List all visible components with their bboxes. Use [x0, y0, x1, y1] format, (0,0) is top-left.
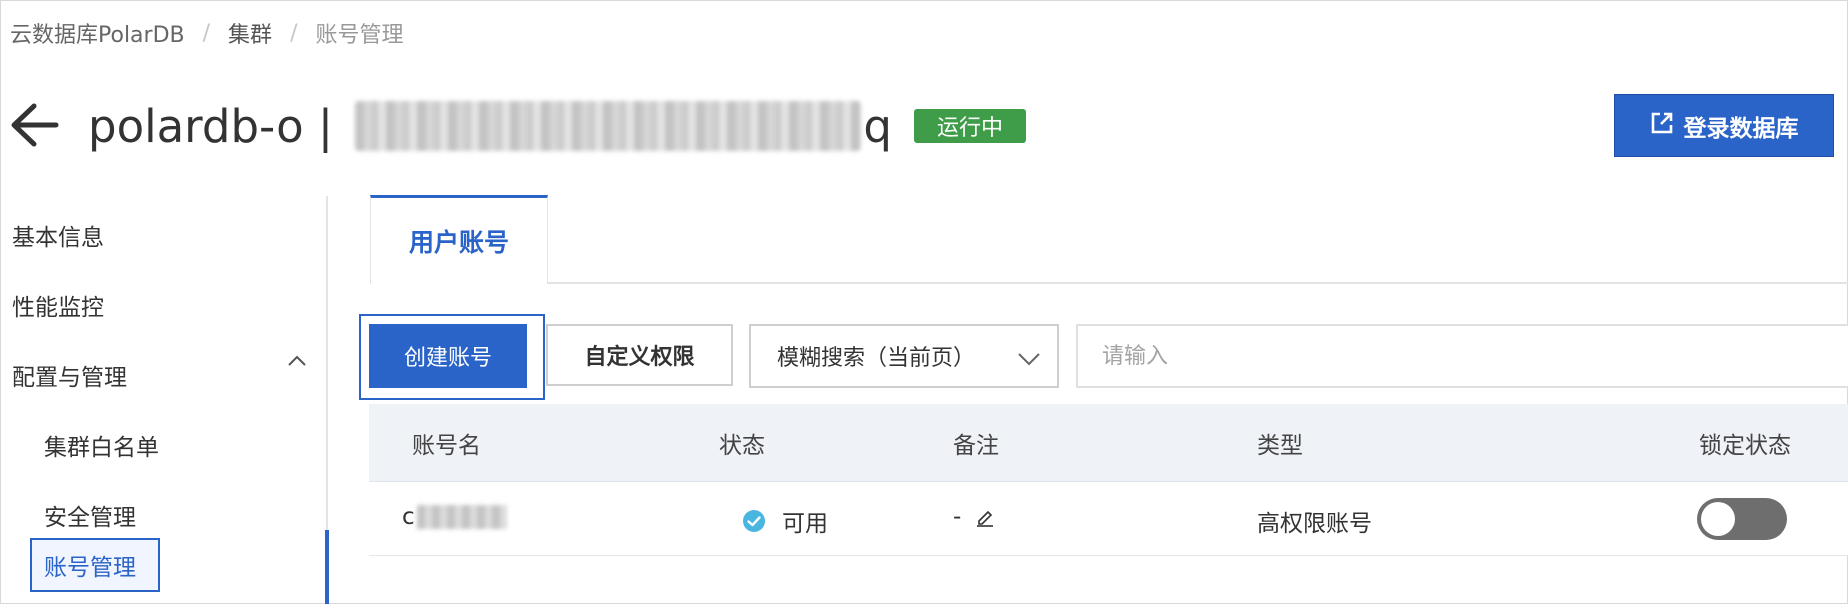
breadcrumb-item-polardb[interactable]: 云数据库PolarDB — [10, 17, 185, 49]
login-database-button[interactable]: 登录数据库 — [1614, 94, 1834, 157]
column-header-remark: 备注 — [953, 433, 999, 459]
sidebar-item-security[interactable]: 安全管理 — [44, 498, 136, 532]
sidebar-item-accounts[interactable]: 账号管理 — [30, 538, 160, 592]
check-circle-icon — [742, 509, 766, 533]
cell-remark: - — [953, 504, 995, 530]
sidebar-group-config[interactable]: 配置与管理 — [12, 358, 127, 392]
breadcrumb: 云数据库PolarDB / 集群 / 账号管理 — [10, 17, 404, 49]
custom-permission-button[interactable]: 自定义权限 — [546, 324, 733, 386]
sidebar-item-whitelist[interactable]: 集群白名单 — [44, 428, 159, 462]
edit-icon[interactable] — [975, 507, 995, 527]
search-input[interactable] — [1076, 324, 1848, 388]
breadcrumb-separator: / — [202, 20, 211, 46]
cluster-name: polardb-o | — [88, 99, 348, 153]
redacted-account-name — [416, 505, 507, 529]
account-type-text: 高权限账号 — [1257, 511, 1372, 537]
cell-type: 高权限账号 — [1257, 504, 1372, 538]
search-mode-select[interactable]: 模糊搜索（当前页） — [749, 324, 1059, 388]
sidebar-item-performance[interactable]: 性能监控 — [12, 288, 104, 322]
search-mode-label: 模糊搜索（当前页） — [777, 346, 976, 371]
sidebar-item-basic-info[interactable]: 基本信息 — [12, 218, 104, 252]
cluster-id-tail: q — [863, 99, 892, 153]
create-account-button[interactable]: 创建账号 — [369, 324, 527, 388]
chevron-up-icon[interactable] — [286, 350, 308, 372]
column-header-type: 类型 — [1257, 433, 1303, 459]
lock-toggle[interactable] — [1697, 498, 1787, 540]
cell-status: 可用 — [742, 504, 828, 538]
external-link-icon — [1650, 111, 1674, 141]
status-text: 可用 — [782, 511, 828, 537]
redacted-cluster-id — [355, 101, 862, 151]
account-name-text: c — [402, 504, 415, 530]
breadcrumb-separator: / — [290, 20, 298, 46]
remark-text: - — [953, 504, 962, 530]
arrow-left-icon[interactable] — [8, 100, 60, 150]
page-title: polardb-o | q — [88, 96, 892, 156]
column-header-account: 账号名 — [412, 433, 481, 459]
table-row: c 可用 - 高权限账号 — [369, 482, 1848, 556]
tab-user-accounts[interactable]: 用户账号 — [370, 195, 548, 284]
column-header-lock: 锁定状态 — [1699, 433, 1791, 459]
sidebar-active-indicator — [325, 530, 329, 604]
cell-account-name: c — [402, 504, 507, 530]
tab-bar — [370, 282, 1848, 284]
column-header-status: 状态 — [719, 433, 765, 459]
chevron-down-icon — [1017, 348, 1041, 366]
breadcrumb-item-current: 账号管理 — [315, 23, 404, 48]
table-header: 账号名 状态 备注 类型 锁定状态 — [369, 404, 1848, 482]
status-badge: 运行中 — [914, 109, 1026, 143]
breadcrumb-item-cluster[interactable]: 集群 — [228, 17, 272, 49]
toggle-knob — [1701, 502, 1735, 536]
login-database-label: 登录数据库 — [1683, 115, 1799, 142]
